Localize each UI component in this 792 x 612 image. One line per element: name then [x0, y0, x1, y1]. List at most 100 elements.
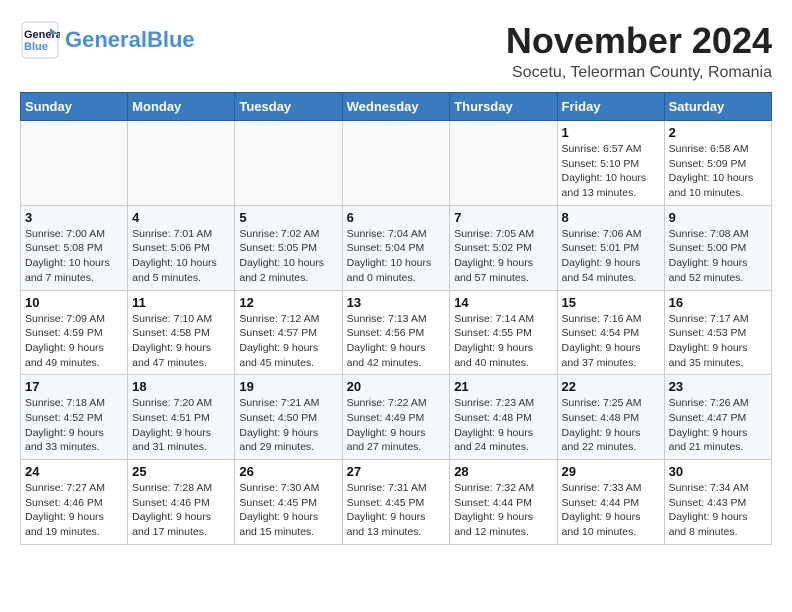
calendar-cell: 14Sunrise: 7:14 AM Sunset: 4:55 PM Dayli…: [450, 290, 557, 375]
day-info: Sunrise: 7:22 AM Sunset: 4:49 PM Dayligh…: [347, 396, 446, 455]
day-info: Sunrise: 7:32 AM Sunset: 4:44 PM Dayligh…: [454, 481, 552, 540]
calendar-cell: 18 Sunrise: 7:20 AM Sunset: 4:51 PM Dayli…: [128, 375, 235, 460]
calendar-cell: 9 Sunrise: 7:08 AM Sunset: 5:00 PM Daylig…: [664, 205, 771, 290]
col-wednesday: Wednesday: [342, 93, 450, 121]
col-saturday: Saturday: [664, 93, 771, 121]
logo-line1: General: [65, 27, 147, 52]
day-number: 2: [669, 125, 767, 140]
day-info: Sunrise: 7:30 AM Sunset: 4:45 PM Dayligh…: [239, 481, 337, 540]
calendar-cell: 8 Sunrise: 7:06 AM Sunset: 5:01 PM Daylig…: [557, 205, 664, 290]
day-number: 18: [132, 379, 230, 394]
calendar-cell: 26 Sunrise: 7:30 AM Sunset: 4:45 PM Dayli…: [235, 460, 342, 545]
calendar-cell: 30Sunrise: 7:34 AM Sunset: 4:43 PM Dayli…: [664, 460, 771, 545]
day-number: 15: [562, 295, 660, 310]
calendar-cell: 1 Sunrise: 6:57 AM Sunset: 5:10 PM Daylig…: [557, 121, 664, 206]
logo: General Blue GeneralBlue: [20, 20, 195, 60]
header-row: Sunday Monday Tuesday Wednesday Thursday…: [21, 93, 772, 121]
col-tuesday: Tuesday: [235, 93, 342, 121]
day-info: Sunrise: 6:57 AM Sunset: 5:10 PM Dayligh…: [562, 142, 660, 201]
day-number: 21: [454, 379, 552, 394]
calendar-cell: 10Sunrise: 7:09 AM Sunset: 4:59 PM Dayli…: [21, 290, 128, 375]
calendar-body: 1 Sunrise: 6:57 AM Sunset: 5:10 PM Daylig…: [21, 121, 772, 545]
day-info: Sunrise: 7:31 AM Sunset: 4:45 PM Dayligh…: [347, 481, 446, 540]
calendar-week-row: 1 Sunrise: 6:57 AM Sunset: 5:10 PM Daylig…: [21, 121, 772, 206]
location-title: Socetu, Teleorman County, Romania: [506, 64, 772, 82]
col-sunday: Sunday: [21, 93, 128, 121]
day-info: Sunrise: 7:17 AM Sunset: 4:53 PM Dayligh…: [669, 312, 767, 371]
day-info: Sunrise: 7:00 AM Sunset: 5:08 PM Dayligh…: [25, 227, 123, 286]
calendar-week-row: 10Sunrise: 7:09 AM Sunset: 4:59 PM Dayli…: [21, 290, 772, 375]
day-number: 7: [454, 210, 552, 225]
day-number: 25: [132, 464, 230, 479]
day-number: 4: [132, 210, 230, 225]
day-number: 8: [562, 210, 660, 225]
day-info: Sunrise: 7:02 AM Sunset: 5:05 PM Dayligh…: [239, 227, 337, 286]
day-info: Sunrise: 7:10 AM Sunset: 4:58 PM Dayligh…: [132, 312, 230, 371]
calendar-cell: 12 Sunrise: 7:12 AM Sunset: 4:57 PM Dayli…: [235, 290, 342, 375]
calendar-week-row: 17Sunrise: 7:18 AM Sunset: 4:52 PM Dayli…: [21, 375, 772, 460]
calendar-cell: 29Sunrise: 7:33 AM Sunset: 4:44 PM Dayli…: [557, 460, 664, 545]
col-monday: Monday: [128, 93, 235, 121]
day-info: Sunrise: 7:21 AM Sunset: 4:50 PM Dayligh…: [239, 396, 337, 455]
day-number: 10: [25, 295, 123, 310]
day-number: 6: [347, 210, 446, 225]
calendar-cell: 13 Sunrise: 7:13 AM Sunset: 4:56 PM Dayli…: [342, 290, 450, 375]
day-number: 26: [239, 464, 337, 479]
calendar-week-row: 3 Sunrise: 7:00 AM Sunset: 5:08 PM Daylig…: [21, 205, 772, 290]
calendar-cell: 4Sunrise: 7:01 AM Sunset: 5:06 PM Daylig…: [128, 205, 235, 290]
day-info: Sunrise: 7:25 AM Sunset: 4:48 PM Dayligh…: [562, 396, 660, 455]
day-info: Sunrise: 7:06 AM Sunset: 5:01 PM Dayligh…: [562, 227, 660, 286]
day-number: 3: [25, 210, 123, 225]
calendar-cell: 25Sunrise: 7:28 AM Sunset: 4:46 PM Dayli…: [128, 460, 235, 545]
day-info: Sunrise: 7:20 AM Sunset: 4:51 PM Dayligh…: [132, 396, 230, 455]
calendar-cell: 22 Sunrise: 7:25 AM Sunset: 4:48 PM Dayli…: [557, 375, 664, 460]
calendar-cell: 3 Sunrise: 7:00 AM Sunset: 5:08 PM Daylig…: [21, 205, 128, 290]
col-thursday: Thursday: [450, 93, 557, 121]
calendar-cell: 23Sunrise: 7:26 AM Sunset: 4:47 PM Dayli…: [664, 375, 771, 460]
day-number: 30: [669, 464, 767, 479]
day-info: Sunrise: 7:04 AM Sunset: 5:04 PM Dayligh…: [347, 227, 446, 286]
day-info: Sunrise: 7:33 AM Sunset: 4:44 PM Dayligh…: [562, 481, 660, 540]
day-info: Sunrise: 7:08 AM Sunset: 5:00 PM Dayligh…: [669, 227, 767, 286]
calendar-cell: [21, 121, 128, 206]
day-info: Sunrise: 7:13 AM Sunset: 4:56 PM Dayligh…: [347, 312, 446, 371]
calendar-cell: 17Sunrise: 7:18 AM Sunset: 4:52 PM Dayli…: [21, 375, 128, 460]
page-header: General Blue GeneralBlue November 2024 S…: [20, 20, 772, 82]
calendar-cell: 6 Sunrise: 7:04 AM Sunset: 5:04 PM Daylig…: [342, 205, 450, 290]
day-number: 20: [347, 379, 446, 394]
day-info: Sunrise: 7:12 AM Sunset: 4:57 PM Dayligh…: [239, 312, 337, 371]
calendar-cell: 21Sunrise: 7:23 AM Sunset: 4:48 PM Dayli…: [450, 375, 557, 460]
calendar-table: Sunday Monday Tuesday Wednesday Thursday…: [20, 92, 772, 545]
day-number: 28: [454, 464, 552, 479]
svg-text:General: General: [24, 29, 60, 41]
day-number: 24: [25, 464, 123, 479]
day-number: 13: [347, 295, 446, 310]
logo-icon: General Blue: [20, 20, 60, 60]
title-area: November 2024 Socetu, Teleorman County, …: [506, 20, 772, 82]
day-number: 19: [239, 379, 337, 394]
day-number: 17: [25, 379, 123, 394]
calendar-cell: 28 Sunrise: 7:32 AM Sunset: 4:44 PM Dayli…: [450, 460, 557, 545]
day-number: 22: [562, 379, 660, 394]
day-number: 12: [239, 295, 337, 310]
calendar-header: Sunday Monday Tuesday Wednesday Thursday…: [21, 93, 772, 121]
calendar-cell: 19 Sunrise: 7:21 AM Sunset: 4:50 PM Dayli…: [235, 375, 342, 460]
calendar-cell: 24Sunrise: 7:27 AM Sunset: 4:46 PM Dayli…: [21, 460, 128, 545]
day-number: 5: [239, 210, 337, 225]
day-info: Sunrise: 6:58 AM Sunset: 5:09 PM Dayligh…: [669, 142, 767, 201]
calendar-cell: [450, 121, 557, 206]
calendar-cell: 7 Sunrise: 7:05 AM Sunset: 5:02 PM Daylig…: [450, 205, 557, 290]
calendar-cell: 5 Sunrise: 7:02 AM Sunset: 5:05 PM Daylig…: [235, 205, 342, 290]
day-info: Sunrise: 7:05 AM Sunset: 5:02 PM Dayligh…: [454, 227, 552, 286]
calendar-cell: [342, 121, 450, 206]
day-number: 11: [132, 295, 230, 310]
calendar-cell: [128, 121, 235, 206]
calendar-cell: 2 Sunrise: 6:58 AM Sunset: 5:09 PM Daylig…: [664, 121, 771, 206]
calendar-cell: 11 Sunrise: 7:10 AM Sunset: 4:58 PM Dayli…: [128, 290, 235, 375]
month-title: November 2024: [506, 20, 772, 62]
calendar-cell: 16Sunrise: 7:17 AM Sunset: 4:53 PM Dayli…: [664, 290, 771, 375]
calendar-cell: 27Sunrise: 7:31 AM Sunset: 4:45 PM Dayli…: [342, 460, 450, 545]
day-number: 9: [669, 210, 767, 225]
day-info: Sunrise: 7:26 AM Sunset: 4:47 PM Dayligh…: [669, 396, 767, 455]
day-number: 1: [562, 125, 660, 140]
